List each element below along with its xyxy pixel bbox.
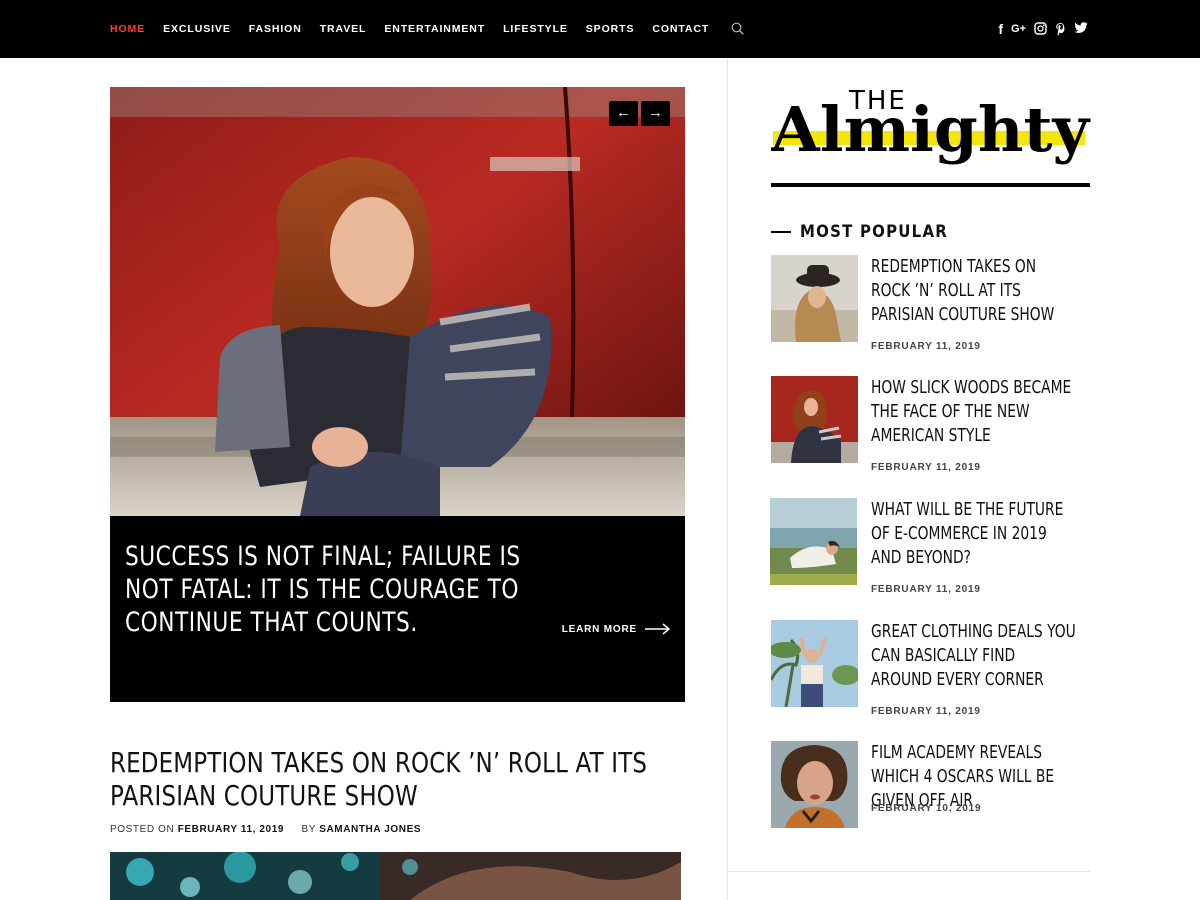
logo-name-text: Almighty <box>771 93 1091 166</box>
slide-caption: SUCCESS IS NOT FINAL; FAILURE IS NOT FAT… <box>110 516 685 702</box>
post-title[interactable]: REDEMPTION TAKES ON ROCK ’N’ ROLL AT ITS… <box>110 746 692 812</box>
popular-date: FEBRUARY 11, 2019 <box>871 341 981 352</box>
most-popular-title: MOST POPULAR <box>800 222 949 242</box>
column-divider <box>727 58 728 900</box>
post-author[interactable]: SAMANTHA JONES <box>319 824 421 835</box>
nav-item-home[interactable]: HOME <box>110 0 145 58</box>
nav-item-lifestyle[interactable]: LIFESTYLE <box>503 0 568 58</box>
slider-arrows: ← → <box>609 101 670 126</box>
search-icon[interactable] <box>731 22 745 36</box>
nav-item-contact[interactable]: CONTACT <box>652 0 709 58</box>
facebook-icon[interactable]: f <box>998 22 1003 36</box>
site-logo[interactable]: THE Almighty <box>770 83 1091 173</box>
popular-thumbnail[interactable] <box>771 741 858 828</box>
by-label: BY <box>301 824 316 835</box>
popular-date: FEBRUARY 11, 2019 <box>871 584 981 595</box>
post-meta: POSTED ON FEBRUARY 11, 2019 BY SAMANTHA … <box>110 824 421 835</box>
learn-more-link[interactable]: LEARN MORE <box>562 623 671 635</box>
slide-image <box>110 87 685 516</box>
nav-item-fashion[interactable]: FASHION <box>249 0 302 58</box>
nav-item-exclusive[interactable]: EXCLUSIVE <box>163 0 231 58</box>
nav-item-travel[interactable]: TRAVEL <box>320 0 367 58</box>
post-date[interactable]: FEBRUARY 11, 2019 <box>178 824 284 835</box>
popular-date: FEBRUARY 11, 2019 <box>871 462 981 473</box>
slide-caption-text: SUCCESS IS NOT FINAL; FAILURE IS NOT FAT… <box>125 541 521 638</box>
popular-thumbnail[interactable] <box>771 376 858 463</box>
top-navigation-bar: HOME EXCLUSIVE FASHION TRAVEL ENTERTAINM… <box>0 0 1200 58</box>
slider-next-button[interactable]: → <box>641 101 670 126</box>
popular-title[interactable]: HOW SLICK WOODS BECAME THE FACE OF THE N… <box>871 376 1076 448</box>
nav-item-sports[interactable]: SPORTS <box>586 0 635 58</box>
popular-date: FEBRUARY 11, 2019 <box>871 706 981 717</box>
pinterest-icon[interactable] <box>1055 22 1066 36</box>
logo-underline <box>771 183 1090 187</box>
popular-thumbnail[interactable] <box>771 620 858 707</box>
featured-slider: ← → SUCCESS IS NOT FINAL; FAILURE IS NOT… <box>110 87 685 702</box>
heading-dash <box>771 231 791 233</box>
arrow-right-icon <box>645 623 671 635</box>
main-menu: HOME EXCLUSIVE FASHION TRAVEL ENTERTAINM… <box>110 0 745 58</box>
popular-title[interactable]: GREAT CLOTHING DEALS YOU CAN BASICALLY F… <box>871 620 1076 692</box>
post-featured-image[interactable] <box>110 852 681 900</box>
most-popular-heading: MOST POPULAR <box>771 222 968 242</box>
learn-more-label: LEARN MORE <box>561 623 637 635</box>
nav-item-entertainment[interactable]: ENTERTAINMENT <box>384 0 485 58</box>
popular-thumbnail[interactable] <box>771 255 858 342</box>
popular-title[interactable]: WHAT WILL BE THE FUTURE OF E-COMMERCE IN… <box>871 498 1076 570</box>
google-plus-icon[interactable]: G+ <box>1011 22 1026 36</box>
popular-thumbnail[interactable] <box>770 498 857 585</box>
popular-date: FEBRUARY 10, 2019 <box>871 803 982 814</box>
sidebar-divider <box>729 871 1090 872</box>
instagram-icon[interactable] <box>1034 22 1047 36</box>
slider-prev-button[interactable]: ← <box>609 101 638 126</box>
twitter-icon[interactable] <box>1074 22 1088 36</box>
posted-on-label: POSTED ON <box>110 824 175 835</box>
popular-title[interactable]: REDEMPTION TAKES ON ROCK ’N’ ROLL AT ITS… <box>871 255 1076 327</box>
social-links: f G+ <box>998 22 1088 36</box>
